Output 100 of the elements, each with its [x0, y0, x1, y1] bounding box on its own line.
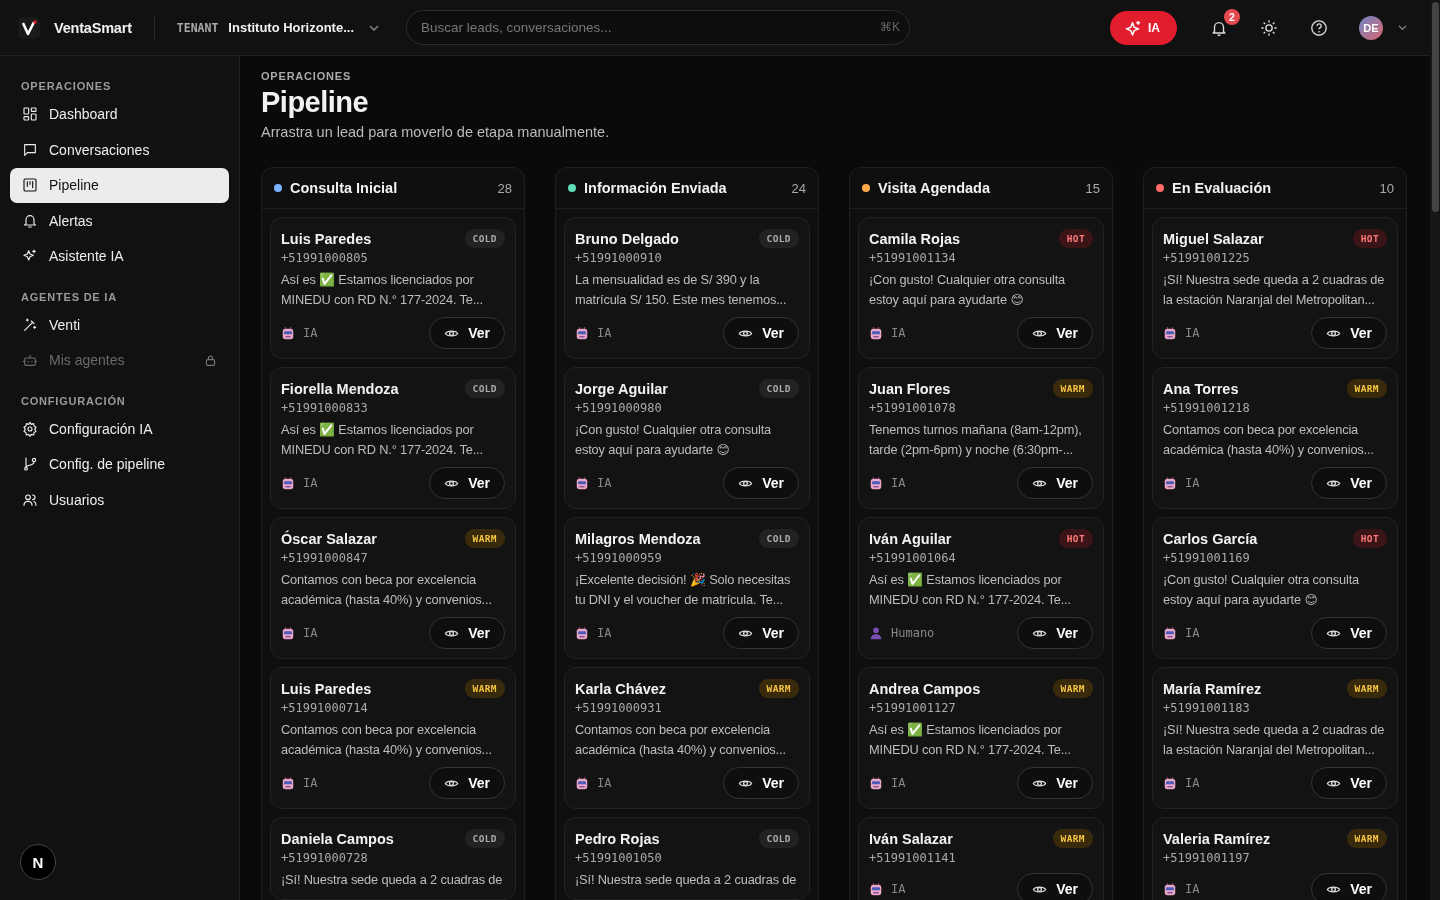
lead-card[interactable]: Iván Aguilar HOT +51991001064 Así es ✅ Estamos licenciados por MINEDU con RD N.° 177-2024. Te... Humano Ver	[858, 517, 1104, 659]
lead-card[interactable]: Pedro Rojas COLD +51991001050 ¡Sí! Nuestra sede queda a 2 cuadras de	[564, 817, 810, 900]
lead-card[interactable]: Fiorella Mendoza COLD +51991000833 Así es ✅ Estamos licenciados por MINEDU con RD N.° 177-2024. Te... IA Ver	[270, 367, 516, 509]
view-button[interactable]: Ver	[1017, 767, 1093, 799]
view-button[interactable]: Ver	[429, 617, 505, 649]
scrollbar[interactable]	[1430, 0, 1440, 900]
message-preview: ¡Sí! Nuestra sede queda a 2 cuadras de	[575, 871, 798, 889]
message-preview: Así es ✅ Estamos licenciados por MINEDU con RD N.° 177-2024. Te...	[869, 571, 1072, 609]
sun-icon	[1260, 18, 1278, 37]
view-button[interactable]: Ver	[1017, 467, 1093, 499]
section-heading: AGENTES DE IA	[20, 289, 118, 305]
handler-label: IA	[1185, 776, 1201, 790]
sidebar-item[interactable]: Conversaciones	[10, 132, 229, 167]
lead-card[interactable]: Bruno Delgado COLD +51991000910 La mensualidad es de S/ 390 y la matrícula S/ 150. Este mes tenemos... IA Ver	[564, 217, 810, 359]
sparkles-icon	[22, 248, 38, 264]
temperature-tag: HOT	[1058, 229, 1093, 248]
lead-card[interactable]: Jorge Aguilar COLD +51991000980 ¡Con gusto! Cualquier otra consulta estoy aquí para ayudarte 😊 IA Ver	[564, 367, 810, 509]
view-button[interactable]: Ver	[1311, 317, 1387, 349]
view-button[interactable]: Ver	[1017, 873, 1093, 900]
lead-name: Juan Flores	[869, 381, 951, 397]
lead-card[interactable]: Andrea Campos WARM +51991001127 Así es ✅ Estamos licenciados por MINEDU con RD N.° 177-2024. Te... IA Ver	[858, 667, 1104, 809]
view-button[interactable]: Ver	[1311, 767, 1387, 799]
lead-card[interactable]: Miguel Salazar HOT +51991001225 ¡Sí! Nuestra sede queda a 2 cuadras de la estación Naranjal del Metropolitan... IA Ver	[1152, 217, 1398, 359]
tenant-label: TENANT	[176, 20, 219, 35]
message-preview: La mensualidad es de S/ 390 y la matrícula S/ 150. Este mes tenemos...	[575, 271, 788, 309]
lead-card[interactable]: María Ramírez WARM +51991001183 ¡Sí! Nuestra sede queda a 2 cuadras de la estación Naranjal del Metropolitan... IA Ver	[1152, 667, 1398, 809]
message-preview: Contamos con beca por excelencia académica (hasta 40%) y convenios...	[281, 721, 493, 759]
lead-card[interactable]: Valeria Ramírez WARM +51991001197 IA Ver	[1152, 817, 1398, 900]
breadcrumb: OPERACIONES	[261, 70, 353, 82]
sparkles-icon	[1124, 19, 1141, 36]
sidebar-item[interactable]: Config. de pipeline	[10, 446, 229, 482]
lead-name: Fiorella Mendoza	[281, 381, 399, 397]
wand-icon	[22, 316, 38, 333]
temperature-tag: COLD	[758, 529, 799, 548]
message-preview: Contamos con beca por excelencia académica (hasta 40%) y convenios...	[1163, 421, 1375, 459]
message-preview: Contamos con beca por excelencia académica (hasta 40%) y convenios...	[575, 721, 787, 759]
dev-indicator-button[interactable]: N	[20, 844, 56, 880]
lead-card[interactable]: Ana Torres WARM +51991001218 Contamos con beca por excelencia académica (hasta 40%) y convenios... IA Ver	[1152, 367, 1398, 509]
view-button[interactable]: Ver	[723, 467, 799, 499]
ai-button[interactable]: IA	[1110, 10, 1177, 45]
robot-icon	[575, 626, 589, 640]
section-heading: CONFIGURACIÓN	[20, 393, 127, 409]
bell-icon	[22, 212, 38, 229]
view-button[interactable]: Ver	[723, 317, 799, 349]
handler-label: IA	[891, 882, 907, 896]
lead-phone: +51991001050	[575, 851, 663, 865]
lead-phone: +51991001197	[1163, 851, 1251, 865]
lead-card[interactable]: Iván Salazar WARM +51991001141 IA Ver	[858, 817, 1104, 900]
sidebar-item[interactable]: Venti	[10, 307, 229, 342]
lead-name: Ana Torres	[1163, 381, 1239, 397]
lead-name: Miguel Salazar	[1163, 231, 1264, 247]
temperature-tag: COLD	[758, 829, 799, 848]
sidebar-item[interactable]: Asistente IA	[10, 238, 229, 274]
view-button[interactable]: Ver	[1311, 617, 1387, 649]
lead-card[interactable]: Carlos García HOT +51991001169 ¡Con gusto! Cualquier otra consulta estoy aquí para ayudarte 😊 IA Ver	[1152, 517, 1398, 659]
view-button[interactable]: Ver	[723, 767, 799, 799]
tenant-name[interactable]: Instituto Horizonte...	[228, 20, 354, 35]
lead-name: Iván Salazar	[869, 831, 953, 847]
lead-card[interactable]: Luis Paredes WARM +51991000714 Contamos con beca por excelencia académica (hasta 40%) y convenios... IA Ver	[270, 667, 516, 809]
view-button[interactable]: Ver	[1311, 467, 1387, 499]
lead-name: Karla Chávez	[575, 681, 667, 697]
view-button[interactable]: Ver	[723, 617, 799, 649]
temperature-tag: HOT	[1352, 529, 1387, 548]
robot-icon	[1163, 626, 1177, 640]
lead-card[interactable]: Karla Chávez WARM +51991000931 Contamos con beca por excelencia académica (hasta 40%) y convenios... IA Ver	[564, 667, 810, 809]
temperature-tag: COLD	[464, 379, 505, 398]
user-avatar[interactable]: DE	[1359, 15, 1383, 40]
scrollbar-thumb[interactable]	[1432, 2, 1439, 212]
lead-card[interactable]: Milagros Mendoza COLD +51991000959 ¡Excelente decisión! 🎉 Solo necesitas tu DNI y el voucher de matrícula. Te... IA Ver	[564, 517, 810, 659]
sidebar-item[interactable]: Dashboard	[10, 96, 229, 132]
temperature-tag: WARM	[1052, 379, 1093, 398]
view-button[interactable]: Ver	[429, 317, 505, 349]
column-title: En Evaluación	[1172, 180, 1273, 196]
view-button[interactable]: Ver	[1017, 617, 1093, 649]
temperature-tag: WARM	[1052, 829, 1093, 848]
sidebar-item[interactable]: Pipeline	[10, 167, 229, 203]
lead-card[interactable]: Daniela Campos COLD +51991000728 ¡Sí! Nuestra sede queda a 2 cuadras de	[270, 817, 516, 900]
lead-card[interactable]: Luis Paredes COLD +51991000805 Así es ✅ Estamos licenciados por MINEDU con RD N.° 177-2024. Te... IA Ver	[270, 217, 516, 359]
lead-name: Pedro Rojas	[575, 831, 660, 847]
lead-name: Luis Paredes	[281, 681, 372, 697]
view-button[interactable]: Ver	[429, 767, 505, 799]
temperature-tag: HOT	[1058, 529, 1093, 548]
sidebar-item[interactable]: Configuración IA	[10, 411, 229, 446]
view-button[interactable]: Ver	[1311, 873, 1387, 900]
logo-icon	[18, 16, 40, 39]
chevron-down-icon[interactable]	[1397, 22, 1408, 33]
lead-phone: +51991001064	[869, 551, 957, 565]
lead-name: Daniela Campos	[281, 831, 394, 847]
lead-card[interactable]: Camila Rojas HOT +51991001134 ¡Con gusto! Cualquier otra consulta estoy aquí para ayudarte 😊 IA Ver	[858, 217, 1104, 359]
view-button[interactable]: Ver	[429, 467, 505, 499]
sidebar-item[interactable]: Usuarios	[10, 482, 229, 517]
lead-card[interactable]: Juan Flores WARM +51991001078 Tenemos turnos mañana (8am-12pm), tarde (2pm-6pm) y noche (6:30pm-... IA Ver	[858, 367, 1104, 509]
grid-icon	[22, 106, 38, 122]
branch-icon	[22, 456, 38, 472]
sidebar-item[interactable]: Alertas	[10, 203, 229, 238]
lead-card[interactable]: Óscar Salazar WARM +51991000847 Contamos con beca por excelencia académica (hasta 40%) y convenios... IA Ver	[270, 517, 516, 659]
view-button[interactable]: Ver	[1017, 317, 1093, 349]
column-title: Información Enviada	[584, 180, 728, 196]
handler-label: Humano	[891, 626, 936, 640]
users-icon	[22, 491, 38, 508]
